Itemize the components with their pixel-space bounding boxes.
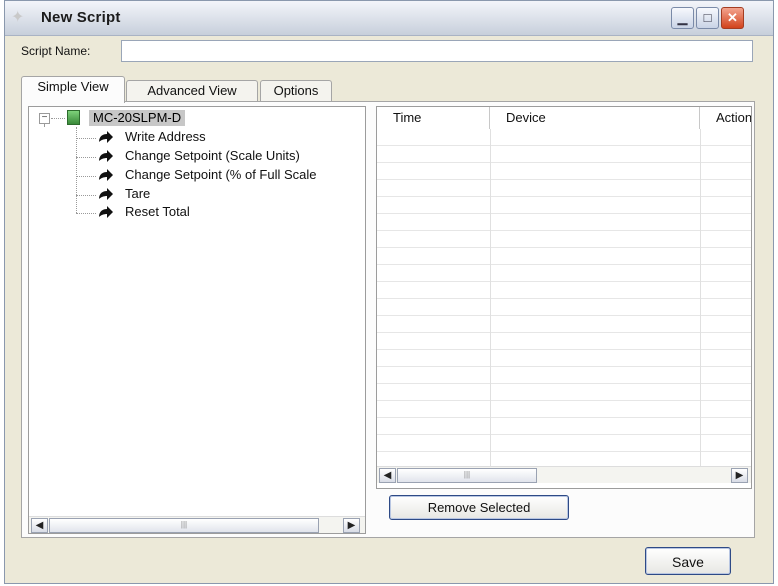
- action-icon: [99, 150, 113, 162]
- tree-item-label: Change Setpoint (% of Full Scale: [125, 167, 317, 182]
- tree-item-label: Write Address: [125, 129, 206, 144]
- tab-options[interactable]: Options: [260, 80, 332, 101]
- tree-item-label: Tare: [125, 186, 151, 201]
- action-icon: [99, 188, 113, 200]
- grip-icon: |||: [463, 470, 471, 479]
- column-header-action[interactable]: Action: [700, 107, 751, 129]
- maximize-button[interactable]: □: [696, 7, 719, 29]
- device-icon: [67, 110, 80, 125]
- arrow-right-icon: ▶: [347, 520, 356, 531]
- device-tree: − MC-20SLPM-D Write Address Change Setpo…: [28, 106, 366, 534]
- column-header-device[interactable]: Device: [490, 107, 700, 129]
- script-name-label: Script Name:: [21, 44, 91, 58]
- device-node-label[interactable]: MC-20SLPM-D: [89, 110, 186, 126]
- grid-horizontal-scrollbar[interactable]: ◀ ||| ▶: [377, 466, 751, 483]
- tree-item-label: Change Setpoint (Scale Units): [125, 148, 300, 163]
- save-button[interactable]: Save: [645, 547, 731, 575]
- close-icon: ✕: [727, 10, 738, 25]
- scroll-thumb[interactable]: |||: [49, 518, 319, 533]
- scroll-right-button[interactable]: ▶: [731, 468, 748, 483]
- tree-connector: [76, 127, 77, 213]
- collapse-icon[interactable]: −: [39, 113, 50, 124]
- action-icon: [99, 169, 113, 181]
- new-script-dialog: ✦ New Script ▁ □ ✕ Script Name: Simple V…: [4, 0, 774, 584]
- tab-simple-view[interactable]: Simple View: [21, 76, 125, 103]
- minimize-button[interactable]: ▁: [671, 7, 694, 29]
- tree-horizontal-scrollbar[interactable]: ◀ ||| ▶: [29, 516, 365, 533]
- grid-rows[interactable]: [377, 129, 751, 466]
- action-icon: [99, 131, 113, 143]
- arrow-right-icon: ▶: [735, 470, 744, 481]
- column-header-time[interactable]: Time: [377, 107, 490, 129]
- arrow-left-icon: ◀: [383, 470, 392, 481]
- scroll-left-button[interactable]: ◀: [379, 468, 396, 483]
- tree-connector: [51, 118, 65, 119]
- tree-connector: [76, 176, 96, 177]
- tree-connector: [76, 195, 96, 196]
- grid-header: Time Device Action: [377, 107, 751, 130]
- tree-item-label: Reset Total: [125, 204, 190, 219]
- tree-connector: [44, 124, 45, 126]
- grip-icon: |||: [180, 520, 188, 529]
- action-icon: [99, 206, 113, 218]
- tab-advanced-view[interactable]: Advanced View: [126, 80, 258, 101]
- script-steps-grid[interactable]: Time Device Action ◀ ||| ▶: [376, 106, 752, 489]
- scroll-left-button[interactable]: ◀: [31, 518, 48, 533]
- simple-view-panel: − MC-20SLPM-D Write Address Change Setpo…: [21, 101, 755, 538]
- minimize-icon: ▁: [677, 10, 688, 25]
- close-button[interactable]: ✕: [721, 7, 744, 29]
- column-divider: [490, 129, 491, 466]
- scroll-thumb[interactable]: |||: [397, 468, 537, 483]
- column-divider: [700, 129, 701, 466]
- tree-connector: [76, 157, 96, 158]
- tree-connector: [76, 138, 96, 139]
- remove-selected-button[interactable]: Remove Selected: [389, 495, 569, 520]
- arrow-left-icon: ◀: [35, 520, 44, 531]
- script-name-input[interactable]: [121, 40, 753, 62]
- scroll-right-button[interactable]: ▶: [343, 518, 360, 533]
- window-title: New Script: [41, 9, 121, 26]
- maximize-icon: □: [703, 10, 712, 25]
- tree-connector: [76, 213, 96, 214]
- title-bar[interactable]: ✦ New Script ▁ □ ✕: [5, 1, 773, 36]
- script-icon: ✦: [11, 9, 25, 26]
